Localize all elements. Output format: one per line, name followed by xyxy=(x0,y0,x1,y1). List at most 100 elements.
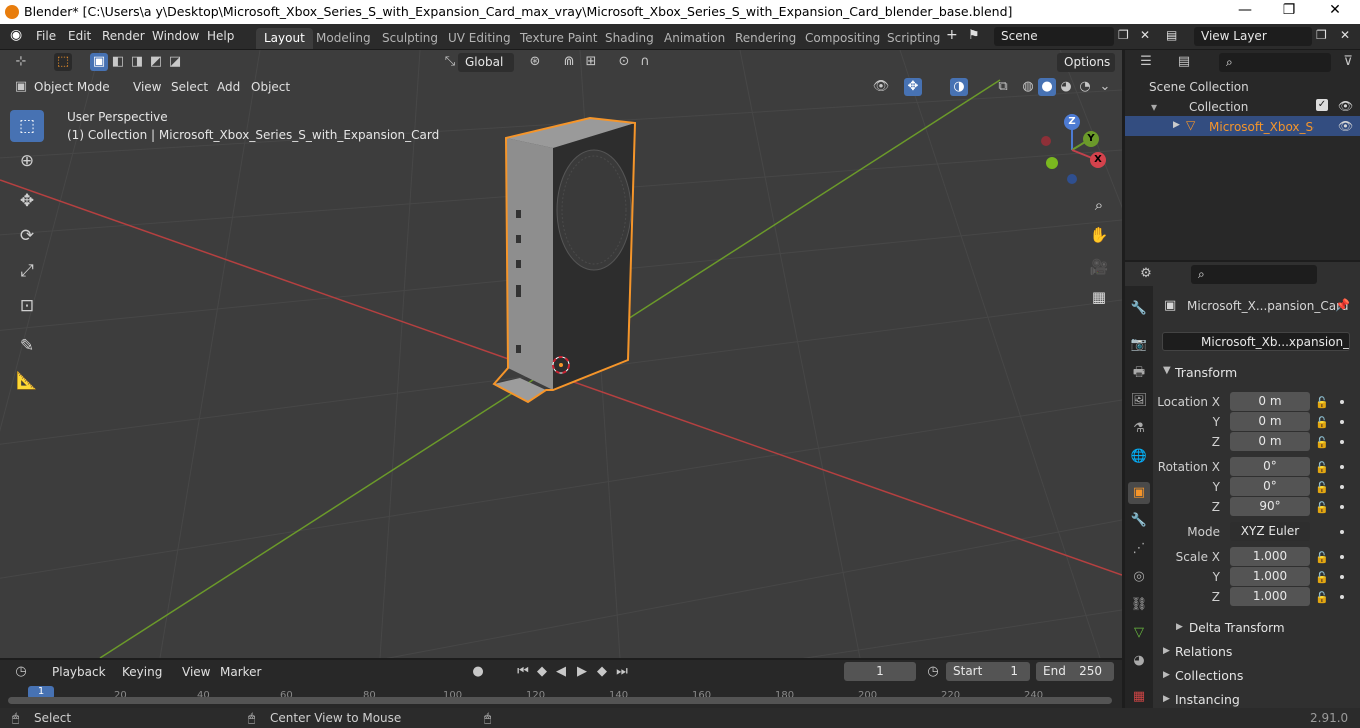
keyframe-dot[interactable] xyxy=(1340,465,1344,469)
tool-annotate[interactable]: ✎ xyxy=(10,330,44,362)
keyframe-dot[interactable] xyxy=(1340,440,1344,444)
new-view-layer-icon[interactable]: ❐ xyxy=(1316,28,1327,42)
tab-uv-editing[interactable]: UV Editing xyxy=(440,28,519,49)
collection-expand-icon[interactable]: ▾ xyxy=(1151,100,1157,114)
tab-shading[interactable]: Shading xyxy=(597,28,662,49)
modifier-tab-icon[interactable]: 🔧 xyxy=(1128,510,1150,532)
material-tab-icon[interactable]: ◕ xyxy=(1128,650,1150,672)
keyframe-dot[interactable] xyxy=(1340,595,1344,599)
tool-move[interactable]: ✥ xyxy=(10,185,44,217)
snap-icon[interactable]: ⋒ xyxy=(560,53,578,71)
snap-target-icon[interactable]: ⊞ xyxy=(582,53,600,71)
texture-tab-icon[interactable]: ▦ xyxy=(1128,686,1150,708)
select-invert-icon[interactable]: ◩ xyxy=(147,53,165,71)
location-x-field[interactable]: 0 m xyxy=(1230,392,1310,411)
lock-icon[interactable]: 🔓 xyxy=(1315,551,1329,564)
next-keyframe-icon[interactable]: ◆ xyxy=(593,663,611,681)
clock-icon[interactable]: ◷ xyxy=(924,663,942,681)
timeline-editor-icon[interactable]: ◷ xyxy=(12,663,30,681)
constraints-tab-icon[interactable]: ⛓ xyxy=(1128,594,1150,616)
transform-orientation-dropdown[interactable]: Global xyxy=(458,53,514,72)
render-tab-icon[interactable]: 📷 xyxy=(1128,334,1150,356)
keyframe-dot[interactable] xyxy=(1340,555,1344,559)
record-icon[interactable]: ● xyxy=(469,663,487,681)
object-label[interactable]: Microsoft_Xbox_Serie xyxy=(1209,120,1314,134)
object-expand-icon[interactable]: ▶ xyxy=(1173,120,1180,130)
instancing-section[interactable]: Instancing xyxy=(1175,692,1240,707)
output-tab-icon[interactable]: 🖶 xyxy=(1128,362,1150,384)
tab-layout[interactable]: Layout xyxy=(256,28,313,49)
rotation-x-field[interactable]: 0° xyxy=(1230,457,1310,476)
location-z-field[interactable]: 0 m xyxy=(1230,432,1310,451)
select-new-icon[interactable]: ▣ xyxy=(90,53,108,71)
start-frame-field[interactable]: Start 1 xyxy=(946,662,1030,681)
transform-section-title[interactable]: Transform xyxy=(1175,365,1237,380)
tab-scripting[interactable]: Scripting xyxy=(879,28,948,49)
scene-selector[interactable]: Scene xyxy=(994,27,1114,46)
jump-end-icon[interactable]: ⏭ xyxy=(613,663,631,681)
tab-rendering[interactable]: Rendering xyxy=(727,28,804,49)
object-data-selector[interactable]: Microsoft_Xb...xpansion_Card xyxy=(1162,332,1350,351)
pin-icon[interactable]: 📌 xyxy=(1335,298,1350,312)
object-visibility-icon[interactable]: 👁 xyxy=(1338,119,1353,133)
collection-label[interactable]: Collection xyxy=(1189,100,1248,114)
solid-shading-icon[interactable]: ● xyxy=(1038,78,1056,96)
view-layer-icon[interactable]: ▤ xyxy=(1166,28,1177,42)
relations-expand-icon[interactable]: ▶ xyxy=(1163,646,1170,656)
timeline-menu-playback[interactable]: Playback xyxy=(46,663,112,682)
delta-transform-expand-icon[interactable]: ▶ xyxy=(1176,622,1183,632)
tool-tab-icon[interactable]: 🔧 xyxy=(1128,298,1150,320)
minimize-button[interactable]: — xyxy=(1234,2,1256,18)
menu-object[interactable]: Object xyxy=(245,78,296,97)
xray-icon[interactable]: ⧉ xyxy=(994,78,1012,96)
close-window-button[interactable]: ✕ xyxy=(1324,2,1346,18)
play-reverse-icon[interactable]: ◀ xyxy=(552,663,570,681)
mode-dropdown[interactable]: Object Mode xyxy=(28,78,118,97)
proportional-editing-icon[interactable]: ⊙ xyxy=(615,53,633,71)
scale-y-field[interactable]: 1.000 xyxy=(1230,567,1310,586)
editor-type-icon[interactable]: ⊹ xyxy=(12,53,30,71)
view-layer-selector[interactable]: View Layer xyxy=(1194,27,1312,46)
maximize-button[interactable]: ❐ xyxy=(1278,2,1300,18)
add-workspace-icon[interactable]: + xyxy=(946,27,958,43)
rendered-shading-icon[interactable]: ◔ xyxy=(1076,78,1094,96)
keyframe-dot[interactable] xyxy=(1340,530,1344,534)
xbox-model[interactable] xyxy=(492,116,637,404)
scene-tab-icon[interactable]: ⚗ xyxy=(1128,418,1150,440)
scene-icon[interactable]: ⚑ xyxy=(968,28,980,43)
physics-tab-icon[interactable]: ◎ xyxy=(1128,566,1150,588)
view-layer-tab-icon[interactable]: 🖼 xyxy=(1128,390,1150,412)
collection-visibility-icon[interactable]: 👁 xyxy=(1338,99,1353,113)
overlays-icon[interactable]: ◑ xyxy=(950,78,968,96)
gizmo-toggle-icon[interactable]: ✥ xyxy=(904,78,922,96)
keyframe-dot[interactable] xyxy=(1340,400,1344,404)
transform-expand-icon[interactable]: ▼ xyxy=(1163,365,1171,376)
properties-search-input[interactable]: ⌕ xyxy=(1191,265,1317,284)
menu-add[interactable]: Add xyxy=(211,78,246,97)
timeline-menu-keying[interactable]: Keying xyxy=(116,663,168,682)
select-subtract-icon[interactable]: ◨ xyxy=(128,53,146,71)
menu-file[interactable]: File xyxy=(36,29,56,43)
tool-measure[interactable]: 📐 xyxy=(10,365,44,397)
scale-x-field[interactable]: 1.000 xyxy=(1230,547,1310,566)
menu-select[interactable]: Select xyxy=(165,78,214,97)
end-frame-field[interactable]: End 250 xyxy=(1036,662,1114,681)
lock-icon[interactable]: 🔓 xyxy=(1315,481,1329,494)
lock-icon[interactable]: 🔓 xyxy=(1315,396,1329,409)
scale-z-field[interactable]: 1.000 xyxy=(1230,587,1310,606)
tab-compositing[interactable]: Compositing xyxy=(797,28,888,49)
scene-collection-label[interactable]: Scene Collection xyxy=(1149,80,1249,94)
zoom-icon[interactable]: ⌕ xyxy=(1086,192,1112,218)
material-shading-icon[interactable]: ◕ xyxy=(1057,78,1075,96)
location-y-field[interactable]: 0 m xyxy=(1230,412,1310,431)
menu-edit[interactable]: Edit xyxy=(68,29,91,43)
tab-animation[interactable]: Animation xyxy=(656,28,733,49)
properties-object-name[interactable]: Microsoft_X...pansion_Card xyxy=(1187,299,1348,313)
orientation-icon[interactable]: ⤡ xyxy=(441,53,459,71)
falloff-icon[interactable]: ∩ xyxy=(636,53,654,71)
keyframe-dot[interactable] xyxy=(1340,505,1344,509)
properties-editor-icon[interactable]: ⚙ xyxy=(1137,265,1155,283)
tab-texture-paint[interactable]: Texture Paint xyxy=(512,28,605,49)
tool-transform[interactable]: ⊡ xyxy=(10,290,44,322)
prev-keyframe-icon[interactable]: ◆ xyxy=(533,663,551,681)
